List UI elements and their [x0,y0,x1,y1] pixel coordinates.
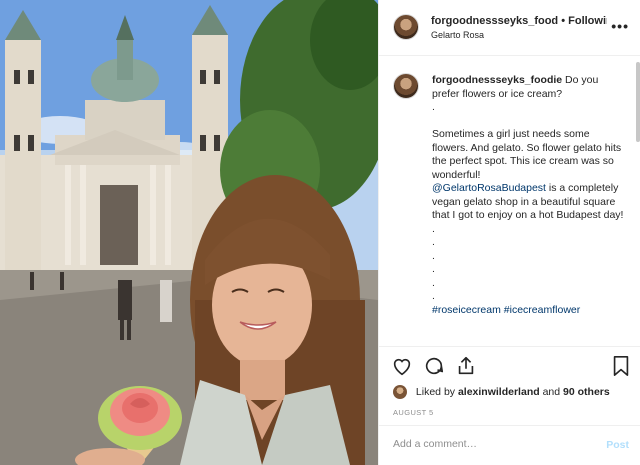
photo-illustration [0,0,378,465]
liked-and: and [542,385,561,398]
mention-link[interactable]: @GelartoRosaBudapest [432,182,546,194]
likes-summary: Liked by alexinwilderland and 90 others [393,385,610,399]
caption-dot: . [432,236,435,248]
caption-dot: . [432,249,435,262]
liker-avatar[interactable] [393,385,407,399]
author-username[interactable]: forgoodnessseyks_food [431,15,558,27]
liked-prefix: Liked by [415,385,456,398]
caption-dot: . [432,101,435,113]
add-comment-bar: Post [379,425,640,465]
location-link[interactable]: Gelarto Rosa [431,30,484,40]
caption-dot: . [432,222,435,235]
comment-icon[interactable] [423,355,445,377]
others-count-link[interactable]: 90 others [563,386,610,398]
author-avatar[interactable] [393,14,419,40]
following-button[interactable]: Following [568,15,607,27]
header-user-line: forgoodnessseyks_food • Following [431,15,607,27]
hashtag-link[interactable]: #icecreamflower [504,304,580,316]
post-header: forgoodnessseyks_food • Following Gelart… [379,0,640,56]
separator-dot: • [561,15,566,27]
comment-input[interactable] [393,438,593,450]
caption-username[interactable]: forgoodnessseyks_foodie [432,74,562,86]
post-comment-button[interactable]: Post [606,439,629,451]
comments-section[interactable]: forgoodnessseyks_foodie Do you prefer fl… [379,57,635,345]
heart-icon[interactable] [391,355,413,377]
caption-author-avatar[interactable] [393,73,419,99]
post-caption: forgoodnessseyks_foodie Do you prefer fl… [432,74,628,317]
liker-username[interactable]: alexinwilderland [458,386,540,398]
more-options-icon[interactable]: ••• [611,18,629,34]
caption-dot: . [432,290,435,302]
share-icon[interactable] [455,355,477,377]
hashtag-link[interactable]: #roseicecream [432,304,501,316]
comments-scrollbar[interactable] [636,62,640,142]
caption-dot: . [432,276,435,289]
caption-dot: . [432,263,435,275]
post-photo[interactable] [0,0,378,465]
bookmark-icon[interactable] [611,355,631,377]
post-date[interactable]: AUGUST 5 [393,408,434,417]
caption-body-1: Sometimes a girl just needs some flowers… [432,128,622,181]
post-side-panel: forgoodnessseyks_food • Following Gelart… [378,0,640,465]
